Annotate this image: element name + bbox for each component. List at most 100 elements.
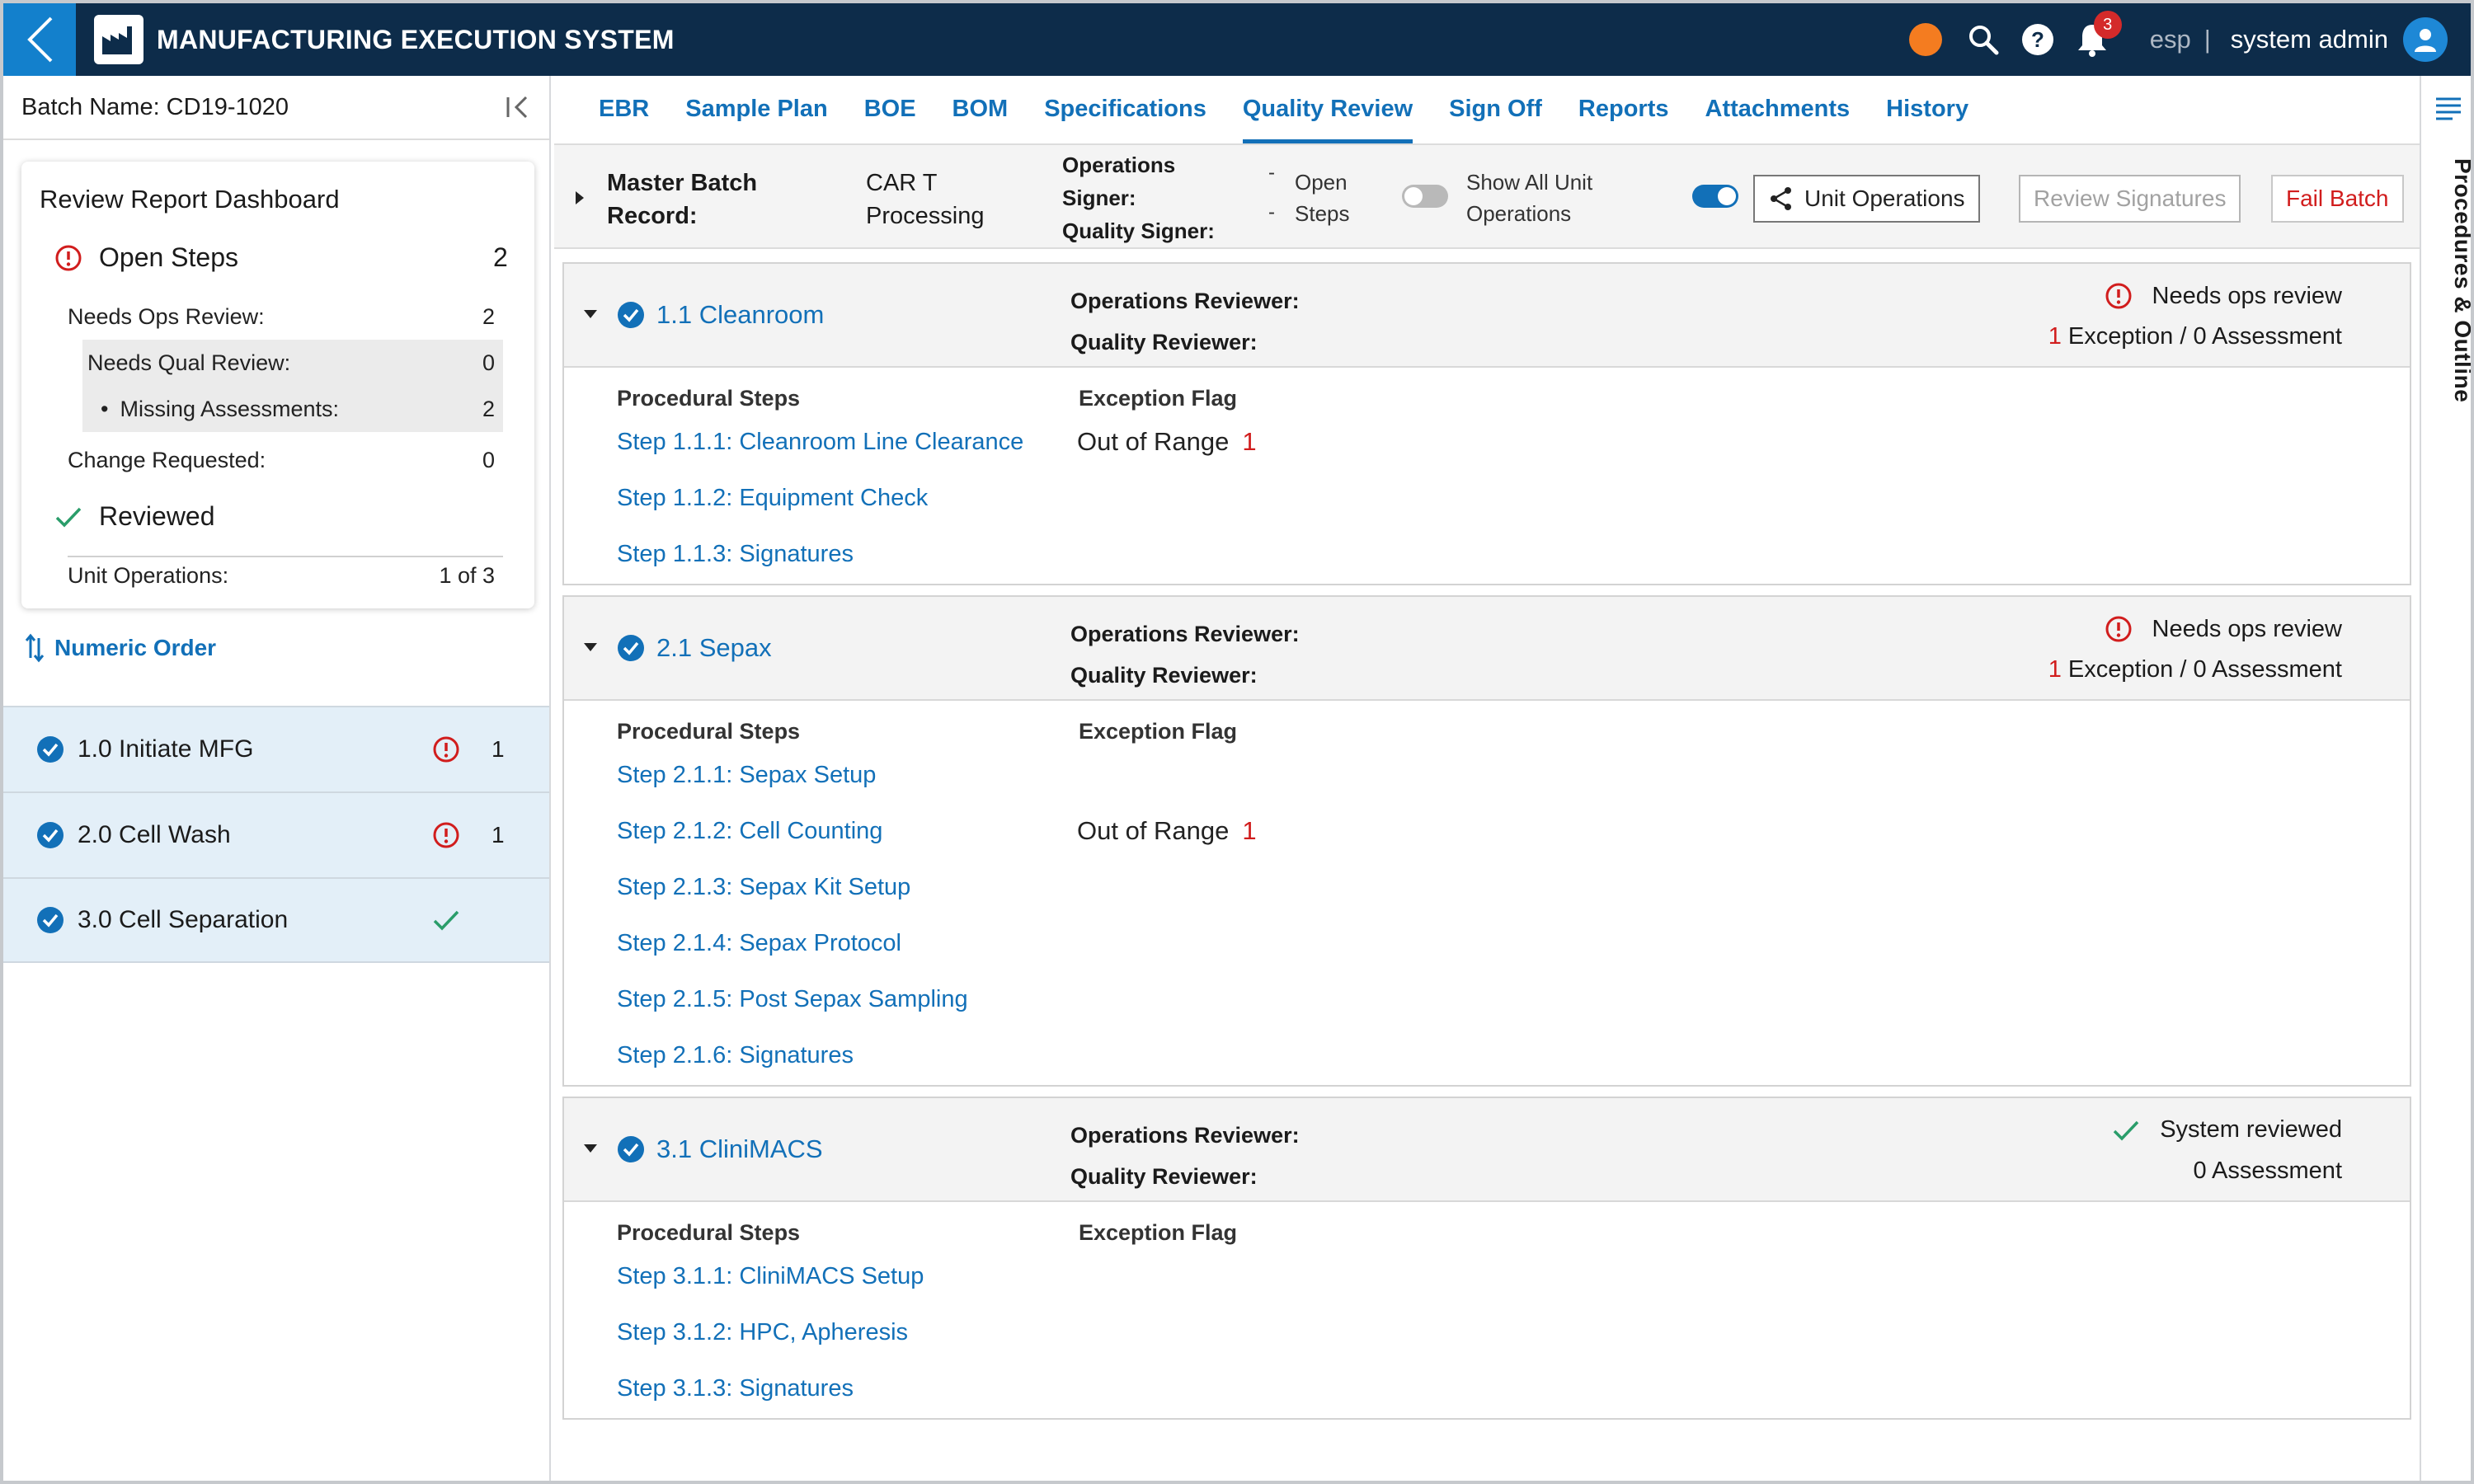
step-link[interactable]: Step 1.1.2: Equipment Check	[617, 485, 928, 512]
step-link[interactable]: Step 2.1.5: Post Sepax Sampling	[617, 986, 968, 1013]
step-link[interactable]: Step 1.1.3: Signatures	[617, 541, 854, 568]
step-link[interactable]: Step 3.1.2: HPC, Apheresis	[617, 1319, 908, 1346]
review-signatures-button[interactable]: Review Signatures	[2019, 175, 2241, 223]
collapse-caret-icon[interactable]	[582, 308, 599, 320]
tab-reports[interactable]: Reports	[1578, 96, 1669, 143]
share-icon	[1771, 187, 1791, 210]
label-line: Operations	[1466, 201, 1572, 226]
exception-summary: 0 Assessment	[2193, 1158, 2342, 1185]
help-icon[interactable]: ?	[2021, 23, 2054, 56]
tab-boe[interactable]: BOE	[864, 96, 916, 143]
check-circle-icon	[617, 634, 645, 662]
row-label: Missing Assessments:	[120, 396, 340, 421]
unit-item-cell-wash[interactable]: 2.0 Cell Wash 1	[3, 791, 549, 877]
collapse-panel-icon[interactable]	[505, 95, 531, 120]
tab-quality-review[interactable]: Quality Review	[1242, 96, 1413, 143]
row-value: 0	[482, 447, 495, 472]
step-link[interactable]: Step 1.1.1: Cleanroom Line Clearance	[617, 429, 1023, 456]
collapse-caret-icon[interactable]	[582, 641, 599, 653]
checkmark-icon	[2113, 1120, 2139, 1141]
procedures-outline-label[interactable]: Procedures & Outline	[2449, 158, 2471, 402]
unit-operation-list: 1.0 Initiate MFG 1 2.0 Cell Wash 1 3.0 C…	[3, 706, 549, 963]
flag-text: Out of Range	[1077, 816, 1230, 845]
row-value: 2	[482, 396, 495, 421]
tab-bar: EBR Sample Plan BOE BOM Specifications Q…	[554, 76, 2420, 145]
bell-icon[interactable]: 3	[2076, 11, 2122, 57]
step-link[interactable]: Step 2.1.2: Cell Counting	[617, 818, 882, 845]
row-value: 2	[482, 303, 495, 329]
step-link[interactable]: Step 3.1.1: CliniMACS Setup	[617, 1263, 924, 1290]
label-line: CAR T	[866, 170, 938, 196]
reviewed-label: Reviewed	[99, 501, 215, 531]
signer-values: - -	[1268, 153, 1275, 232]
unit-op-name[interactable]: 2.1 Sepax	[656, 633, 772, 663]
unit-name: 3.0 Cell Separation	[78, 906, 289, 933]
row-label: Needs Qual Review:	[87, 350, 291, 375]
unit-item-initiate-mfg[interactable]: 1.0 Initiate MFG 1	[3, 706, 549, 791]
ops-reviewer-label: Operations Reviewer:	[1070, 622, 1300, 646]
quality-reviewer-label: Quality Reviewer:	[1070, 1164, 1258, 1189]
step-link[interactable]: Step 2.1.6: Signatures	[617, 1042, 854, 1069]
alert-circle-icon	[433, 736, 459, 763]
alert-circle-icon	[2105, 616, 2131, 642]
review-status: Needs ops review	[2105, 282, 2343, 310]
expand-caret-icon[interactable]	[574, 190, 586, 206]
status-dot[interactable]	[1908, 23, 1942, 56]
tab-history[interactable]: History	[1886, 96, 1968, 143]
ops-reviewer-label: Operations Reviewer:	[1070, 1123, 1300, 1148]
batch-header: Batch Name: CD19-1020	[3, 76, 549, 140]
step-link[interactable]: Step 2.1.1: Sepax Setup	[617, 762, 876, 789]
check-circle-icon	[617, 1135, 645, 1163]
exception-flag: Out of Range 1	[1077, 816, 1257, 846]
user-name[interactable]: system admin	[2231, 25, 2388, 54]
quality-reviewer-label: Quality Reviewer:	[1070, 330, 1258, 355]
reviewed-header: Reviewed	[54, 501, 215, 532]
unit-op-card-cleanroom: 1.1 Cleanroom Operations Reviewer: Quali…	[562, 262, 2411, 585]
back-button[interactable]	[3, 3, 76, 76]
label-line: Steps	[1295, 201, 1350, 226]
needs-ops-review-row: Needs Ops Review: 2	[68, 294, 503, 340]
exception-flag-header: Exception Flag	[1079, 386, 1238, 411]
master-batch-record-label: Master Batch Record:	[607, 167, 757, 232]
exception-text: Exception / 0 Assessment	[2061, 323, 2342, 350]
tab-specifications[interactable]: Specifications	[1044, 96, 1206, 143]
review-status: Needs ops review	[2105, 615, 2342, 643]
search-icon[interactable]	[1967, 23, 2000, 56]
alert-circle-icon	[55, 245, 82, 270]
open-steps-toggle[interactable]	[1402, 185, 1448, 208]
check-circle-icon	[37, 907, 63, 933]
unit-operations-button[interactable]: Unit Operations	[1753, 175, 1980, 223]
step-link[interactable]: Step 2.1.4: Sepax Protocol	[617, 930, 901, 957]
chevron-left-icon	[27, 16, 53, 63]
unit-name: 2.0 Cell Wash	[78, 821, 231, 848]
left-panel: Batch Name: CD19-1020 Review Report Dash…	[3, 76, 551, 1481]
label-line: Signer:	[1062, 186, 1136, 210]
language-selector[interactable]: esp	[2150, 25, 2191, 54]
ops-reviewer-label: Operations Reviewer:	[1070, 289, 1300, 313]
user-avatar-icon[interactable]	[2403, 17, 2448, 62]
card-header: 2.1 Sepax Operations Reviewer: Quality R…	[564, 597, 2410, 701]
row-label: Change Requested:	[68, 447, 266, 472]
app-title: MANUFACTURING EXECUTION SYSTEM	[157, 24, 675, 54]
step-link[interactable]: Step 2.1.3: Sepax Kit Setup	[617, 874, 910, 901]
batch-toolbar: Master Batch Record: CAR T Processing Op…	[554, 145, 2420, 249]
tab-sample-plan[interactable]: Sample Plan	[685, 96, 827, 143]
tab-sign-off[interactable]: Sign Off	[1449, 96, 1542, 143]
procedures-outline-rail[interactable]: Procedures & Outline	[2420, 76, 2471, 1481]
collapse-caret-icon[interactable]	[582, 1143, 599, 1154]
show-all-unit-operations-toggle[interactable]	[1692, 185, 1738, 208]
sort-order-label: Numeric Order	[54, 635, 217, 660]
unit-op-name[interactable]: 3.1 CliniMACS	[656, 1134, 823, 1164]
unit-op-name[interactable]: 1.1 Cleanroom	[656, 300, 824, 330]
unit-item-cell-separation[interactable]: 3.0 Cell Separation	[3, 877, 549, 963]
fail-batch-button[interactable]: Fail Batch	[2271, 175, 2404, 223]
change-requested-row: Change Requested: 0	[68, 437, 503, 483]
step-link[interactable]: Step 3.1.3: Signatures	[617, 1375, 854, 1402]
check-circle-icon	[617, 301, 645, 329]
outline-list-icon[interactable]	[2434, 96, 2462, 120]
sort-order-toggle[interactable]: Numeric Order	[25, 633, 216, 663]
tab-attachments[interactable]: Attachments	[1705, 96, 1851, 143]
status-text: Needs ops review	[2152, 282, 2343, 309]
tab-ebr[interactable]: EBR	[599, 96, 649, 143]
tab-bom[interactable]: BOM	[952, 96, 1009, 143]
